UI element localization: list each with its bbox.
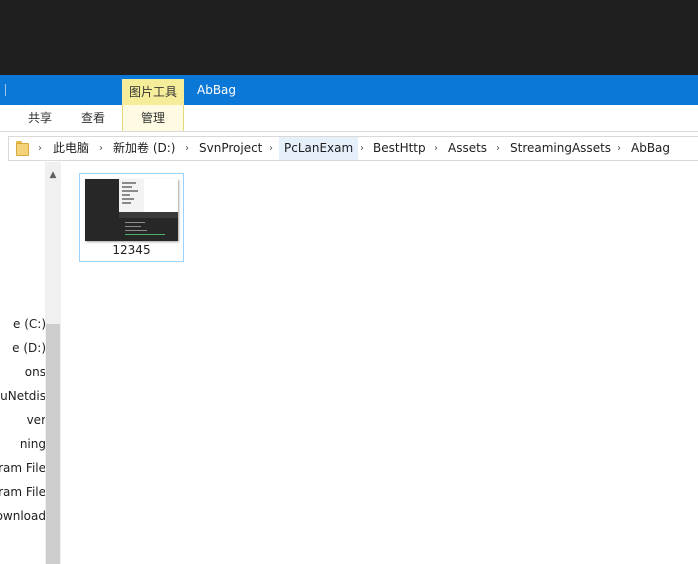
breadcrumb-streamingassets[interactable]: StreamingAssets bbox=[510, 137, 611, 160]
nav-item-drive-c[interactable]: e (C:) bbox=[0, 314, 46, 334]
nav-item-download[interactable]: ownload bbox=[0, 506, 46, 526]
dark-top-area bbox=[0, 0, 698, 75]
tab-view[interactable]: 查看 bbox=[73, 105, 113, 131]
breadcrumb-separator[interactable]: › bbox=[434, 137, 438, 160]
breadcrumb-abbag[interactable]: AbBag bbox=[631, 137, 670, 160]
tab-manage[interactable]: 管理 bbox=[122, 105, 184, 131]
nav-item-netdisk[interactable]: uNetdis bbox=[0, 386, 46, 406]
address-bar[interactable]: › 此电脑 › 新加卷 (D:) › SvnProject › PcLanExa… bbox=[8, 136, 698, 161]
breadcrumb-separator[interactable]: › bbox=[99, 137, 103, 160]
quick-access-divider bbox=[5, 84, 6, 96]
breadcrumb-separator[interactable]: › bbox=[269, 137, 273, 160]
file-name: 12345 bbox=[112, 243, 151, 257]
breadcrumb-separator[interactable]: › bbox=[185, 137, 189, 160]
breadcrumb-separator[interactable]: › bbox=[617, 137, 621, 160]
folder-icon bbox=[16, 141, 29, 156]
file-list-area[interactable]: 12345 bbox=[61, 162, 698, 564]
tab-share[interactable]: 共享 bbox=[20, 105, 60, 131]
breadcrumb-drive-d[interactable]: 新加卷 (D:) bbox=[113, 137, 175, 160]
ribbon-divider bbox=[0, 131, 698, 132]
title-bar bbox=[0, 75, 698, 105]
breadcrumb-separator[interactable]: › bbox=[360, 137, 364, 160]
breadcrumb-pclanexam[interactable]: PcLanExam bbox=[279, 137, 359, 160]
scroll-thumb[interactable] bbox=[46, 324, 60, 564]
window-title: AbBag bbox=[197, 83, 237, 97]
nav-scrollbar[interactable]: ▲ bbox=[45, 162, 61, 564]
ribbon-tab-strip: 共享 查看 管理 bbox=[0, 105, 698, 131]
nav-item-drive-d[interactable]: e (D:) bbox=[0, 338, 46, 358]
nav-item-ons[interactable]: ons bbox=[0, 362, 46, 382]
nav-item-program-files[interactable]: gram File bbox=[0, 458, 46, 478]
breadcrumb-svnproject[interactable]: SvnProject bbox=[199, 137, 262, 160]
chevron-up-icon[interactable]: ▲ bbox=[45, 168, 61, 182]
file-item[interactable]: 12345 bbox=[79, 173, 184, 262]
breadcrumb-this-pc[interactable]: 此电脑 bbox=[53, 137, 89, 160]
nav-item-server[interactable]: ver bbox=[0, 410, 46, 430]
breadcrumb-separator[interactable]: › bbox=[496, 137, 500, 160]
breadcrumb-assets[interactable]: Assets bbox=[448, 137, 487, 160]
breadcrumb-besthttp[interactable]: BestHttp bbox=[373, 137, 426, 160]
nav-item-ning[interactable]: ning bbox=[0, 434, 46, 454]
image-thumbnail bbox=[85, 179, 178, 241]
breadcrumb-separator[interactable]: › bbox=[38, 137, 42, 160]
nav-item-program-files-x86[interactable]: gram File bbox=[0, 482, 46, 502]
picture-tools-context-header: 图片工具 bbox=[122, 79, 184, 105]
